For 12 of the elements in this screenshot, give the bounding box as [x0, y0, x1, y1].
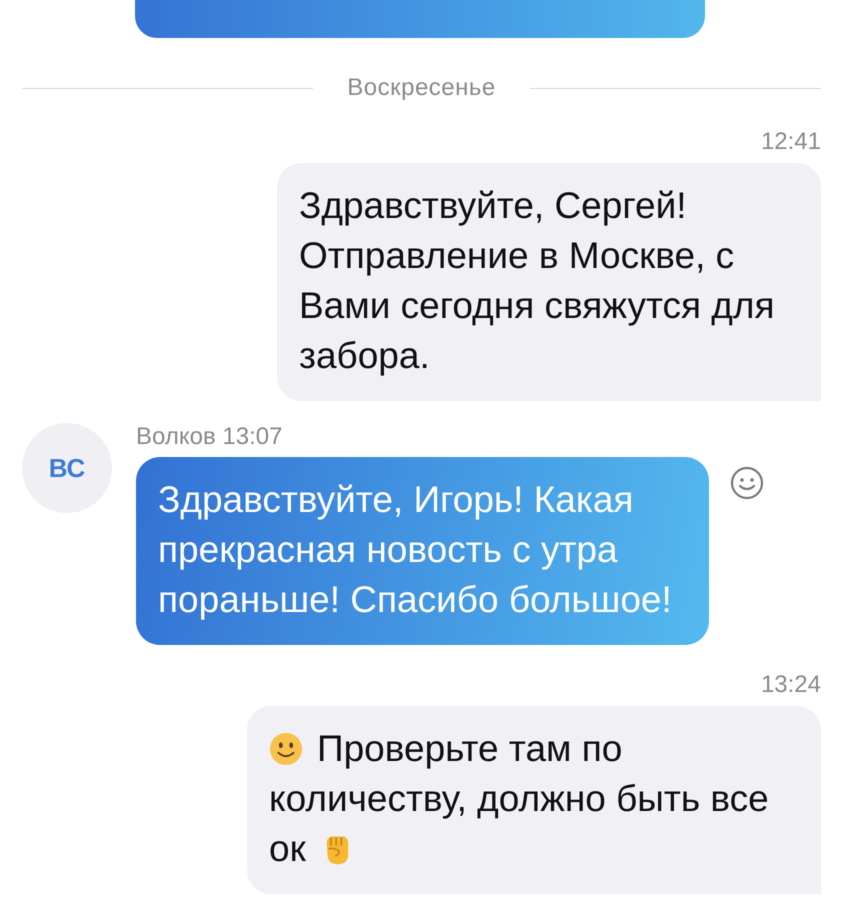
message-time: 12:41	[760, 128, 821, 156]
message-text: Проверьте там по	[317, 727, 622, 771]
smile-emoji-icon	[269, 732, 303, 766]
message-author: Волков 13:07	[136, 423, 284, 451]
message-text: Здравствуйте, Игорь! Какая прекрасная новость с утра пораньше! Спасибо большое!	[158, 478, 673, 622]
date-separator: Воскресенье	[347, 74, 496, 102]
message-text: Здравствуйте, Сергей! Отправление в Москве, с Вами сегодня свяжутся для забора.	[299, 184, 776, 378]
message-time: 13:24	[760, 671, 821, 699]
message-text: ок	[269, 827, 306, 871]
reaction-icon[interactable]	[729, 465, 765, 501]
avatar[interactable]: ВС	[22, 423, 112, 513]
message-text: количеству, должно быть все	[269, 777, 769, 821]
